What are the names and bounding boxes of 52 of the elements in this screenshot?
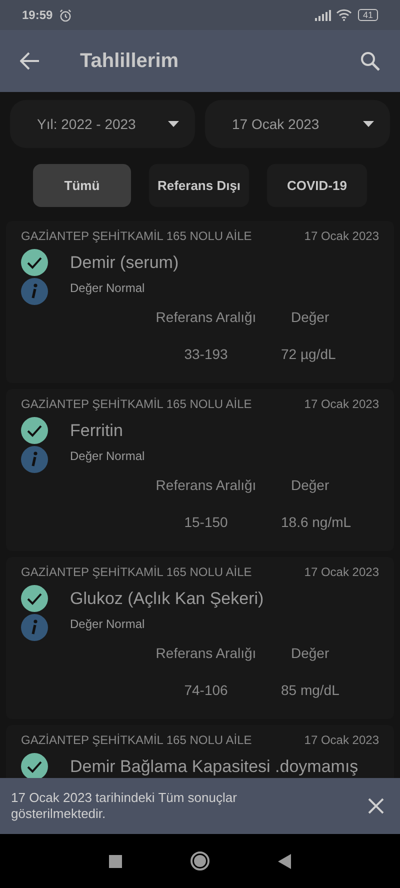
status-time: 19:59 — [22, 7, 53, 24]
info-icon[interactable] — [21, 446, 48, 473]
column-label: Referans Aralığı — [154, 476, 258, 495]
dropdown-caret-icon — [168, 121, 179, 127]
result-date: 17 Ocak 2023 — [304, 396, 379, 413]
wifi-icon — [336, 9, 352, 21]
info-icon[interactable] — [21, 614, 48, 641]
filter-tab[interactable]: Referans Dışı — [149, 164, 249, 207]
result-card[interactable]: GAZİANTEP ŞEHİTKAMİL 165 NOLU AİLE 17 Ocak 2023 Glukoz (Açlık Kan Şekeri) Değer Normal Referans Aralığı Değer 74-106 85 mg/dL — [6, 557, 394, 719]
facility-name: GAZİANTEP ŞEHİTKAMİL 165 NOLU AİLE — [21, 732, 252, 749]
result-status: Değer Normal — [70, 280, 145, 296]
info-icon[interactable] — [21, 278, 48, 305]
result-value: 85 mg/dL — [281, 681, 340, 700]
column-label: Değer — [290, 644, 330, 663]
home-nav-icon[interactable] — [190, 851, 210, 871]
facility-name: GAZİANTEP ŞEHİTKAMİL 165 NOLU AİLE — [21, 396, 252, 413]
dropdown[interactable]: 17 Ocak 2023 — [205, 100, 390, 148]
result-date: 17 Ocak 2023 — [304, 732, 379, 749]
result-value: 18.6 ng/mL — [281, 513, 352, 532]
back-nav-icon[interactable] — [278, 854, 291, 868]
filter-tab[interactable]: Tümü — [33, 164, 131, 207]
test-name: Demir Bağlama Kapasitesi .doymamış — [70, 756, 358, 778]
result-card[interactable]: GAZİANTEP ŞEHİTKAMİL 165 NOLU AİLE 17 Ocak 2023 Ferritin Değer Normal Referans Aralığı Değer 15-150 18.6 ng/mL — [6, 389, 394, 551]
test-name: Demir (serum) — [70, 252, 179, 274]
back-arrow-icon[interactable] — [20, 52, 40, 70]
test-name: Glukoz (Açlık Kan Şekeri) — [70, 588, 264, 610]
facility-name: GAZİANTEP ŞEHİTKAMİL 165 NOLU AİLE — [21, 228, 252, 245]
test-name: Ferritin — [70, 420, 123, 442]
column-label: Değer — [290, 476, 330, 495]
result-date: 17 Ocak 2023 — [304, 228, 379, 245]
search-icon[interactable] — [360, 51, 380, 71]
filter-tab[interactable]: COVID-19 — [267, 164, 367, 207]
dropdown-caret-icon — [363, 121, 374, 127]
battery-level: 41 — [358, 9, 378, 21]
reference-range: 33-193 — [183, 345, 229, 364]
result-value: 72 µg/dL — [281, 345, 337, 364]
reference-range: 15-150 — [183, 513, 229, 532]
column-label: Referans Aralığı — [154, 308, 258, 327]
screen-title: Tahlillerim — [80, 49, 179, 74]
result-card[interactable]: GAZİANTEP ŞEHİTKAMİL 165 NOLU AİLE 17 Ocak 2023 Demir (serum) Değer Normal Referans Aralığı Değer 33-193 72 µg/dL — [6, 221, 394, 383]
column-label: Referans Aralığı — [154, 644, 258, 663]
result-status: Değer Normal — [70, 616, 145, 632]
close-icon[interactable] — [368, 798, 384, 814]
recents-nav-icon[interactable] — [109, 854, 122, 868]
facility-name: GAZİANTEP ŞEHİTKAMİL 165 NOLU AİLE — [21, 564, 252, 581]
alarm-clock-icon — [58, 8, 72, 22]
column-label: Değer — [290, 308, 330, 327]
result-status: Değer Normal — [70, 448, 145, 464]
reference-range: 74-106 — [183, 681, 229, 700]
dropdown[interactable]: Yıl: 2022 - 2023 — [10, 100, 195, 148]
result-date: 17 Ocak 2023 — [304, 564, 379, 581]
signal-icon — [314, 10, 331, 20]
